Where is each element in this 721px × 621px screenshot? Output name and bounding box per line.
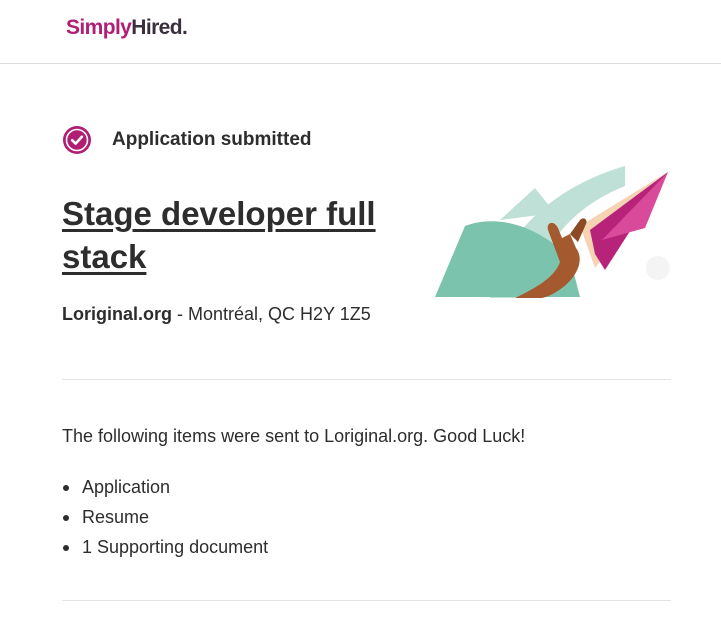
list-item: 1 Supporting document [62,532,268,562]
paper-plane-illustration [435,166,670,298]
application-status: Application submitted [62,124,312,156]
logo-simply: Simply [66,16,132,39]
status-text: Application submitted [112,129,312,150]
sent-message: The following items were sent to Lorigin… [62,426,526,446]
sent-items-list: Application Resume 1 Supporting document [62,472,268,562]
separator: - [172,304,188,324]
header: SimplyHired. [0,0,721,64]
company-location: Loriginal.org - Montréal, QC H2Y 1Z5 [62,302,371,326]
divider [62,600,671,601]
check-circle-icon [63,126,91,154]
logo-hired: Hired [131,16,182,39]
logo-dot: . [181,16,188,39]
list-item: Application [62,472,268,502]
list-item: Resume [62,502,268,532]
divider [62,379,671,380]
company-name: Loriginal.org [62,304,172,324]
simplyhired-logo[interactable]: SimplyHired. [66,14,188,42]
job-title-link[interactable]: Stage developer full stack [62,192,422,278]
job-location: Montréal, QC H2Y 1Z5 [188,304,371,324]
